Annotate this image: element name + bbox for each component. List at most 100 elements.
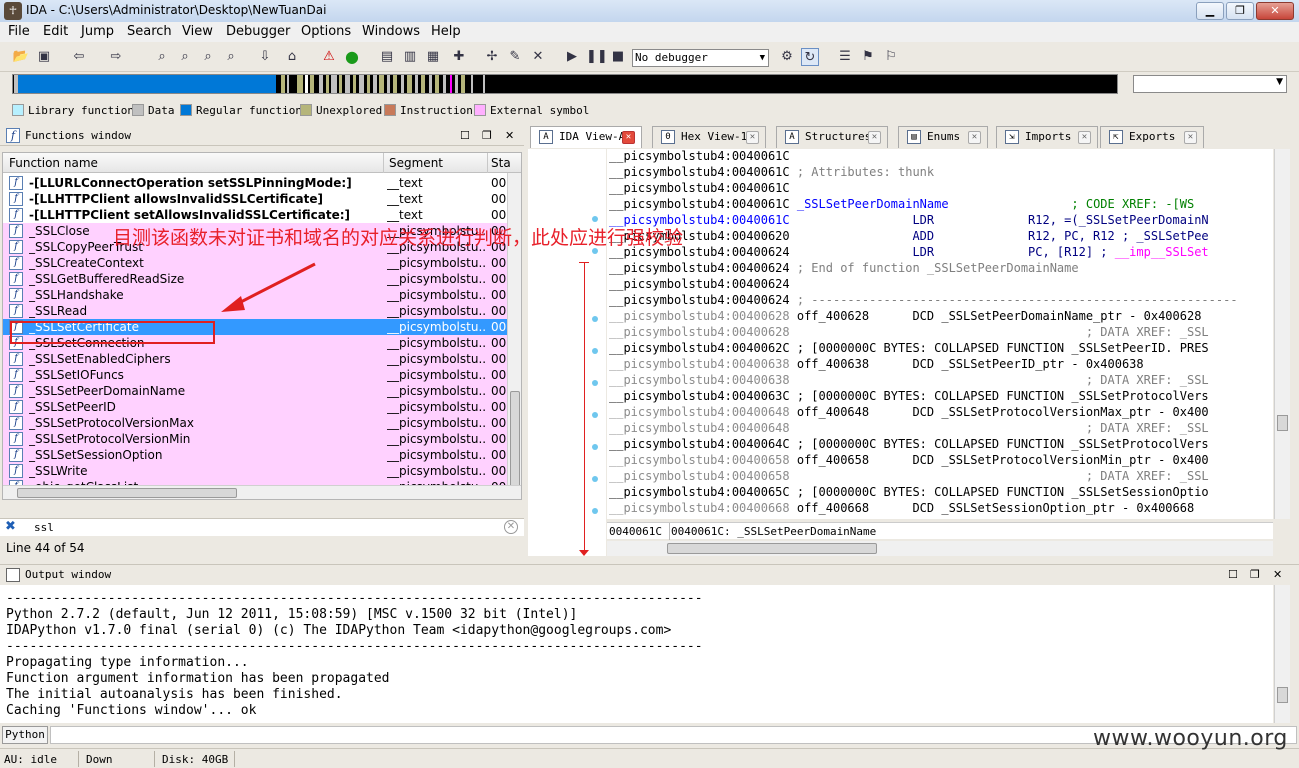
pane-float-icon[interactable]: ❐ <box>482 129 492 142</box>
function-row[interactable]: f _SSLSetProtocolVersionMax __picsymbolstu… <box>3 415 509 431</box>
scroll-thumb[interactable] <box>1277 415 1288 431</box>
find-binary-icon[interactable]: ⌕ <box>176 48 194 66</box>
breakpoint-marker-icon[interactable] <box>592 476 598 482</box>
disassembly-line[interactable]: __picsymbolstub4:0040061C LDR R12, =(_SS… <box>609 213 1209 229</box>
tab-enums[interactable]: ▤ Enums ✕ <box>898 126 988 148</box>
navigation-band[interactable] <box>12 74 1118 94</box>
menu-view[interactable]: View <box>182 24 213 39</box>
disassembly-line[interactable]: __picsymbolstub4:0040061C <box>609 181 790 197</box>
attach-icon[interactable]: ⚙ <box>778 48 796 66</box>
scroll-thumb[interactable] <box>510 391 520 499</box>
function-row[interactable]: f _SSLWrite __picsymbolstu... 00 <box>3 463 509 479</box>
tab-close-icon[interactable]: ✕ <box>746 131 759 144</box>
disassembly-line[interactable]: __picsymbolstub4:00400658 off_400658 DCD… <box>609 453 1209 469</box>
disassembly-line[interactable]: __picsymbolstub4:0040062C ; [0000000C BY… <box>609 341 1209 357</box>
function-row[interactable]: f _SSLSetPeerID __picsymbolstu... 00 <box>3 399 509 415</box>
disassembly-line[interactable]: __picsymbolstub4:00400638 ; DATA XREF: _… <box>609 373 1209 389</box>
scroll-thumb[interactable] <box>1277 687 1288 703</box>
debugger-select[interactable]: No debugger ▼ <box>632 49 769 67</box>
disassembly-line[interactable]: __picsymbolstub4:00400620 ADD R12, PC, R… <box>609 229 1209 245</box>
functions-vertical-scrollbar[interactable] <box>507 173 521 499</box>
breakpoint-marker-icon[interactable] <box>592 508 598 514</box>
breakpoint-marker-icon[interactable] <box>592 348 598 354</box>
function-row[interactable]: f _SSLSetIOFuncs __picsymbolstu... 00 <box>3 367 509 383</box>
menu-search[interactable]: Search <box>127 24 172 39</box>
code-icon[interactable]: ▤ <box>378 48 396 66</box>
add-icon[interactable]: ✚ <box>450 48 468 66</box>
tab-close-icon[interactable]: ✕ <box>968 131 981 144</box>
breakpoint-marker-icon[interactable] <box>592 216 598 222</box>
function-row[interactable]: f _SSLSetEnabledCiphers __picsymbolstu... 0… <box>3 351 509 367</box>
pane-close-icon[interactable]: ✕ <box>1273 568 1282 581</box>
save-icon[interactable]: ▣ <box>35 48 53 66</box>
list-icon[interactable]: ☰ <box>836 48 854 66</box>
disassembly-line[interactable]: __picsymbolstub4:00400648 ; DATA XREF: _… <box>609 421 1209 437</box>
maximize-button[interactable]: ❐ <box>1226 2 1254 20</box>
breakpoint-marker-icon[interactable] <box>592 444 598 450</box>
play-icon[interactable]: ▶ <box>563 48 581 66</box>
column-segment[interactable]: Segment <box>389 156 443 170</box>
disassembly-line[interactable]: __picsymbolstub4:00400648 off_400648 DCD… <box>609 405 1209 421</box>
disassembly-line[interactable]: __picsymbolstub4:00400668 off_400668 DCD… <box>609 501 1194 517</box>
function-row[interactable]: f -[LLURLConnectOperation setSSLPinningMo… <box>3 175 509 191</box>
tab-exports[interactable]: ⇱ Exports ✕ <box>1100 126 1204 148</box>
filter-close-icon[interactable]: ✖ <box>5 519 16 534</box>
function-row[interactable]: f -[LLHTTPClient setAllowsInvalidSSLCerti… <box>3 207 509 223</box>
edit-icon[interactable]: ✎ <box>506 48 524 66</box>
run-circle-icon[interactable]: ● <box>343 48 361 66</box>
disassembly-line[interactable]: __picsymbolstub4:00400624 <box>609 277 790 293</box>
output-text[interactable]: ----------------------------------------… <box>0 585 1273 723</box>
tab-close-icon[interactable]: ✕ <box>1078 131 1091 144</box>
ida-disassembly-view[interactable]: __picsymbolstub4:0040061C __picsymbolstub… <box>607 149 1273 519</box>
graph-icon[interactable]: ⌂ <box>283 48 301 66</box>
disassembly-line[interactable]: __picsymbolstub4:0040061C _SSLSetPeerDom… <box>609 197 1194 213</box>
menu-edit[interactable]: Edit <box>43 24 68 39</box>
close-button[interactable]: ✕ <box>1256 2 1294 20</box>
struct-icon[interactable]: ▦ <box>424 48 442 66</box>
disassembly-line[interactable]: __picsymbolstub4:0040065C ; [0000000C BY… <box>609 485 1209 501</box>
pane-close-icon[interactable]: ✕ <box>505 129 514 142</box>
breakpoint-icon[interactable]: ⚑ <box>859 48 877 66</box>
warning-icon[interactable]: ⚠ <box>320 48 338 66</box>
forward-icon[interactable]: ⇨ <box>107 48 125 66</box>
disassembly-line[interactable]: __picsymbolstub4:0040061C <box>609 149 790 165</box>
breakpoint-marker-icon[interactable] <box>592 412 598 418</box>
menu-help[interactable]: Help <box>431 24 461 39</box>
disassembly-line[interactable]: __picsymbolstub4:00400624 ; End of funct… <box>609 261 1079 277</box>
menu-options[interactable]: Options <box>301 24 351 39</box>
function-row[interactable]: f _SSLSetProtocolVersionMin __picsymbolstu… <box>3 431 509 447</box>
ida-horizontal-scrollbar[interactable] <box>607 541 1273 556</box>
tab-hex-view-1[interactable]: 0 Hex View-1 ✕ <box>652 126 766 148</box>
scroll-thumb[interactable] <box>17 488 237 498</box>
down-arrow-icon[interactable]: ⇩ <box>256 48 274 66</box>
python-button[interactable]: Python <box>2 726 48 744</box>
functions-horizontal-scrollbar[interactable] <box>3 485 521 499</box>
find-next-icon[interactable]: ⌕ <box>222 48 240 66</box>
menu-debugger[interactable]: Debugger <box>226 24 290 39</box>
refresh-icon[interactable]: ↻ <box>801 48 819 66</box>
disassembly-line[interactable]: __picsymbolstub4:00400624 ; ------------… <box>609 293 1238 309</box>
column-function-name[interactable]: Function name <box>9 156 98 170</box>
ida-vertical-scrollbar[interactable] <box>1274 149 1290 519</box>
tab-close-icon[interactable]: ✕ <box>622 131 635 144</box>
minimize-button[interactable]: ▁ <box>1196 2 1224 20</box>
find-text-icon[interactable]: ⌕ <box>153 48 171 66</box>
disassembly-line[interactable]: __picsymbolstub4:00400624 LDR PC, [R12] … <box>609 245 1209 261</box>
menu-file[interactable]: File <box>8 24 30 39</box>
stop-icon[interactable]: ■ <box>609 48 627 66</box>
breakpoint-marker-icon[interactable] <box>592 316 598 322</box>
disassembly-line[interactable]: __picsymbolstub4:00400658 ; DATA XREF: _… <box>609 469 1209 485</box>
tab-structures[interactable]: A Structures ✕ <box>776 126 888 148</box>
function-row[interactable]: f -[LLHTTPClient allowsInvalidSSLCertific… <box>3 191 509 207</box>
pane-restore-icon[interactable]: ☐ <box>1228 568 1238 581</box>
disassembly-line[interactable]: __picsymbolstub4:00400638 off_400638 DCD… <box>609 357 1144 373</box>
tab-close-icon[interactable]: ✕ <box>868 131 881 144</box>
data-icon[interactable]: ▥ <box>401 48 419 66</box>
back-icon[interactable]: ⇦ <box>70 48 88 66</box>
find-immediate-icon[interactable]: ⌕ <box>199 48 217 66</box>
open-icon[interactable]: 📂 <box>12 48 30 66</box>
scroll-thumb[interactable] <box>667 543 877 554</box>
disassembly-line[interactable]: __picsymbolstub4:00400628 ; DATA XREF: _… <box>609 325 1209 341</box>
function-row[interactable]: f _SSLSetSessionOption __picsymbolstu... 00 <box>3 447 509 463</box>
filter-input[interactable]: ssl <box>34 521 54 534</box>
